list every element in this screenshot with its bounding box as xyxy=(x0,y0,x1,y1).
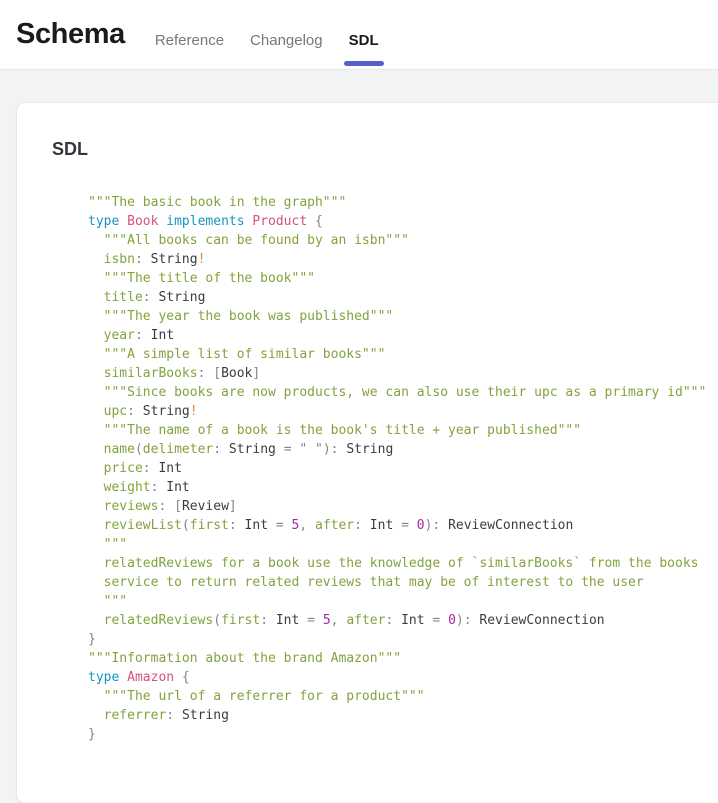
code-line: """The title of the book""" xyxy=(88,269,706,288)
code-line: """The year the book was published""" xyxy=(88,307,706,326)
code-line: reviewList(first: Int = 5, after: Int = … xyxy=(88,516,706,535)
tab-reference[interactable]: Reference xyxy=(155,32,224,49)
code-line: """Since books are now products, we can … xyxy=(88,383,706,402)
code-line: similarBooks: [Book] xyxy=(88,364,706,383)
code-line: price: Int xyxy=(88,459,706,478)
code-line: } xyxy=(88,725,706,744)
code-line: """ xyxy=(88,535,706,554)
code-line: referrer: String xyxy=(88,706,706,725)
code-line: relatedReviews(first: Int = 5, after: In… xyxy=(88,611,706,630)
code-line: relatedReviews for a book use the knowle… xyxy=(88,554,706,573)
sdl-code-block: """The basic book in the graph"""type Bo… xyxy=(88,193,706,744)
code-line: """A simple list of similar books""" xyxy=(88,345,706,364)
code-line: """The name of a book is the book's titl… xyxy=(88,421,706,440)
code-line: service to return related reviews that m… xyxy=(88,573,706,592)
code-line: reviews: [Review] xyxy=(88,497,706,516)
code-line: isbn: String! xyxy=(88,250,706,269)
active-tab-indicator xyxy=(344,61,384,66)
tab-sdl-label: SDL xyxy=(349,32,379,49)
code-line: } xyxy=(88,630,706,649)
sdl-section-title: SDL xyxy=(52,139,88,160)
code-line: """ xyxy=(88,592,706,611)
code-line: name(delimeter: String = " "): String xyxy=(88,440,706,459)
sdl-card: SDL """The basic book in the graph"""typ… xyxy=(17,103,718,803)
code-line: upc: String! xyxy=(88,402,706,421)
code-line: """All books can be found by an isbn""" xyxy=(88,231,706,250)
page-header: Schema Reference Changelog SDL xyxy=(0,0,718,70)
code-line: type Amazon { xyxy=(88,668,706,687)
code-line: """The basic book in the graph""" xyxy=(88,193,706,212)
tab-changelog[interactable]: Changelog xyxy=(250,32,323,49)
code-line: weight: Int xyxy=(88,478,706,497)
tab-bar: Reference Changelog SDL xyxy=(155,32,379,49)
code-line: """Information about the brand Amazon""" xyxy=(88,649,706,668)
page-title: Schema xyxy=(16,18,125,51)
tab-sdl[interactable]: SDL xyxy=(349,32,379,49)
code-line: """The url of a referrer for a product""… xyxy=(88,687,706,706)
code-line: type Book implements Product { xyxy=(88,212,706,231)
code-line: year: Int xyxy=(88,326,706,345)
code-line: title: String xyxy=(88,288,706,307)
